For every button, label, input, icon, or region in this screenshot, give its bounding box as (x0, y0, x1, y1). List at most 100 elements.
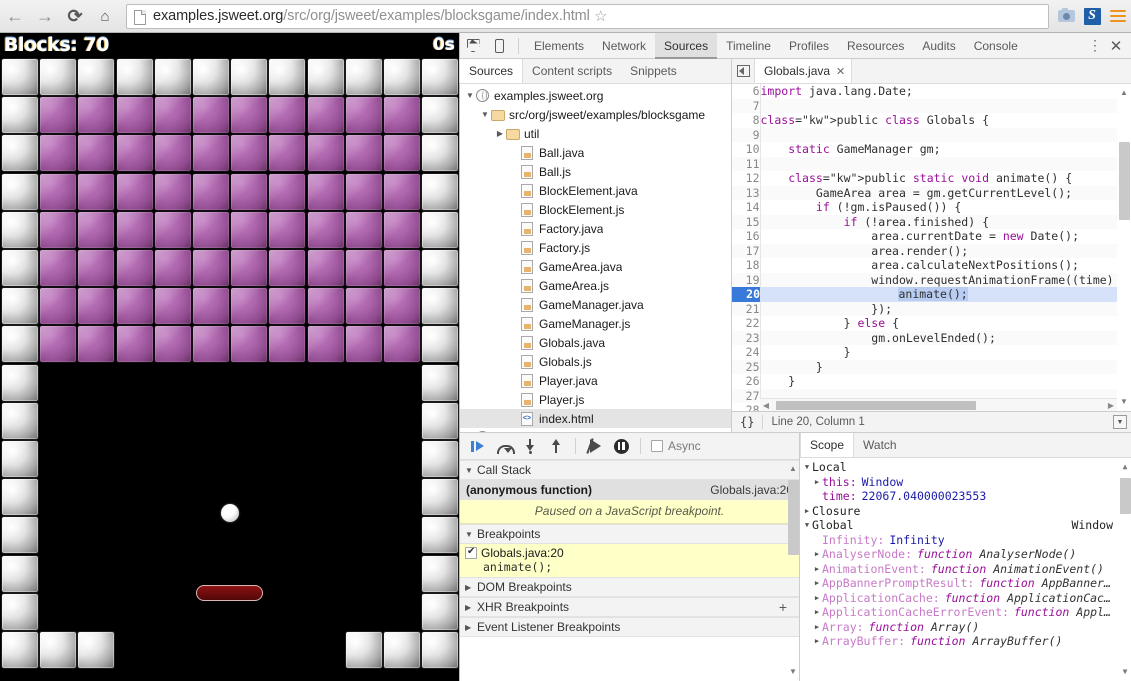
scope-row[interactable]: ▼Local (800, 460, 1131, 475)
line-number[interactable]: 19 (732, 273, 760, 288)
status-dropdown[interactable]: ▼ (1113, 415, 1131, 429)
tree-item[interactable]: Ball.java (460, 143, 731, 162)
chevron-down-icon[interactable]: ▼ (1113, 415, 1127, 429)
code-line[interactable]: 17 area.render(); (732, 244, 1131, 259)
resume-script-icon[interactable] (465, 433, 491, 459)
scroll-left-icon[interactable]: ◀ (760, 399, 772, 411)
kebab-menu-icon[interactable]: ⋮ (1085, 41, 1105, 50)
code-vertical-scrollbar[interactable]: ▲ ▼ (1117, 84, 1131, 411)
scope-row[interactable]: ▶AppBannerPromptResult:function AppBanne… (800, 576, 1131, 591)
code-editor[interactable]: 6import java.lang.Date;78class="kw">publ… (732, 84, 1131, 411)
tree-item[interactable]: ▼examples.jsweet.org (460, 86, 731, 105)
tree-item[interactable]: Globals.java (460, 333, 731, 352)
line-number[interactable]: 17 (732, 244, 760, 259)
chevron-right-icon[interactable]: ▶ (494, 129, 506, 138)
tree-item[interactable]: BlockElement.java (460, 181, 731, 200)
code-line[interactable]: 7 (732, 99, 1131, 114)
line-number[interactable]: 18 (732, 258, 760, 273)
code-line[interactable]: 14 if (!gm.isPaused()) { (732, 200, 1131, 215)
scrollbar-thumb-h[interactable] (776, 401, 976, 410)
editor-tab-globals-java[interactable]: Globals.java ✕ (754, 59, 852, 83)
line-number[interactable]: 6 (732, 84, 760, 99)
address-bar[interactable]: examples.jsweet.org/src/org/jsweet/examp… (126, 4, 1049, 29)
line-number[interactable]: 8 (732, 113, 760, 128)
code-line[interactable]: 22 } else { (732, 316, 1131, 331)
chevron-right-icon[interactable]: ▶ (812, 576, 822, 591)
scrollbar-thumb[interactable] (1119, 142, 1130, 220)
call-stack-section-header[interactable]: ▼ Call Stack (460, 460, 799, 480)
scroll-up-icon[interactable]: ▲ (786, 462, 799, 476)
tab-network[interactable]: Network (593, 33, 655, 59)
tree-item[interactable]: Factory.java (460, 219, 731, 238)
async-checkbox[interactable] (651, 440, 663, 452)
code-line[interactable]: 6import java.lang.Date; (732, 84, 1131, 99)
code-line[interactable]: 21 }); (732, 302, 1131, 317)
line-number[interactable]: 21 (732, 302, 760, 317)
line-number[interactable]: 24 (732, 345, 760, 360)
scope-vertical-scrollbar[interactable]: ▲ ▼ (1118, 458, 1131, 681)
tab-audits[interactable]: Audits (913, 33, 964, 59)
code-line[interactable]: 26 } (732, 374, 1131, 389)
pause-on-exceptions-icon[interactable] (608, 433, 634, 459)
tree-item[interactable]: ▼src/org/jsweet/examples/blocksgame (460, 105, 731, 124)
tab-timeline[interactable]: Timeline (717, 33, 780, 59)
navigator-tab-content-scripts[interactable]: Content scripts (523, 59, 621, 83)
breakpoint-item[interactable]: Globals.java:20 animate(); (460, 544, 799, 577)
step-out-icon[interactable] (543, 433, 569, 459)
scroll-down-icon[interactable]: ▼ (786, 665, 799, 679)
pretty-print-icon[interactable]: {} (732, 415, 762, 429)
chevron-right-icon[interactable]: ▶ (812, 620, 822, 635)
async-toggle[interactable]: Async (651, 439, 701, 453)
hamburger-menu-icon[interactable] (1105, 2, 1131, 30)
line-number[interactable]: 15 (732, 215, 760, 230)
scope-row[interactable]: ▶ApplicationCacheErrorEvent:function App… (800, 605, 1131, 620)
scope-row[interactable]: time:22067.040000023553 (800, 489, 1131, 504)
line-number[interactable]: 13 (732, 186, 760, 201)
tab-resources[interactable]: Resources (838, 33, 913, 59)
reload-icon[interactable]: ⟳ (60, 1, 90, 31)
game-canvas[interactable]: Blocks: 70 0s (0, 33, 459, 681)
scroll-down-icon[interactable]: ▼ (1117, 395, 1131, 409)
scope-row[interactable]: ▶AnimationEvent:function AnimationEvent(… (800, 562, 1131, 577)
step-into-icon[interactable] (517, 433, 543, 459)
code-line[interactable]: 23 gm.onLevelEnded(); (732, 331, 1131, 346)
tree-item[interactable]: Ball.js (460, 162, 731, 181)
scope-row[interactable]: ▶ApplicationCache:function ApplicationCa… (800, 591, 1131, 606)
chevron-down-icon[interactable]: ▼ (479, 110, 491, 119)
chevron-right-icon[interactable]: ▶ (812, 634, 822, 649)
code-line[interactable]: 25 } (732, 360, 1131, 375)
navigator-tab-snippets[interactable]: Snippets (621, 59, 686, 83)
line-number[interactable]: 23 (732, 331, 760, 346)
tree-item[interactable]: ▶(no domain) (460, 428, 731, 432)
scope-row[interactable]: ▶Array:function Array() (800, 620, 1131, 635)
code-line[interactable]: 10 static GameManager gm; (732, 142, 1131, 157)
scrollbar-thumb[interactable] (788, 480, 799, 555)
tab-sources[interactable]: Sources (655, 33, 717, 59)
code-line[interactable]: 19 window.requestAnimationFrame((time) (732, 273, 1131, 288)
scope-row[interactable]: Infinity:Infinity (800, 533, 1131, 548)
code-line[interactable]: 9 (732, 128, 1131, 143)
line-number[interactable]: 20 (732, 287, 760, 302)
dom-breakpoints-section-header[interactable]: ▶ DOM Breakpoints (460, 577, 799, 597)
line-number[interactable]: 14 (732, 200, 760, 215)
code-line[interactable]: 24 } (732, 345, 1131, 360)
inspect-element-icon[interactable] (460, 33, 486, 59)
deactivate-breakpoints-icon[interactable] (582, 433, 608, 459)
code-line[interactable]: 16 area.currentDate = new Date(); (732, 229, 1131, 244)
scroll-up-icon[interactable]: ▲ (1118, 460, 1131, 474)
code-line[interactable]: 8class="kw">public class Globals { (732, 113, 1131, 128)
tree-item[interactable]: Player.js (460, 390, 731, 409)
tree-item[interactable]: GameManager.js (460, 314, 731, 333)
scope-row[interactable]: ▶Closure (800, 504, 1131, 519)
code-line[interactable]: 11 (732, 157, 1131, 172)
home-icon[interactable]: ⌂ (90, 1, 120, 31)
scrollbar-thumb[interactable] (1120, 478, 1131, 514)
tab-console[interactable]: Console (965, 33, 1027, 59)
tree-item[interactable]: Globals.js (460, 352, 731, 371)
line-number[interactable]: 7 (732, 99, 760, 114)
tree-item[interactable]: GameArea.java (460, 257, 731, 276)
line-number[interactable]: 22 (732, 316, 760, 331)
breakpoints-section-header[interactable]: ▼ Breakpoints (460, 524, 799, 544)
line-number[interactable]: 26 (732, 374, 760, 389)
jsweet-extension-icon[interactable]: S (1079, 2, 1105, 30)
